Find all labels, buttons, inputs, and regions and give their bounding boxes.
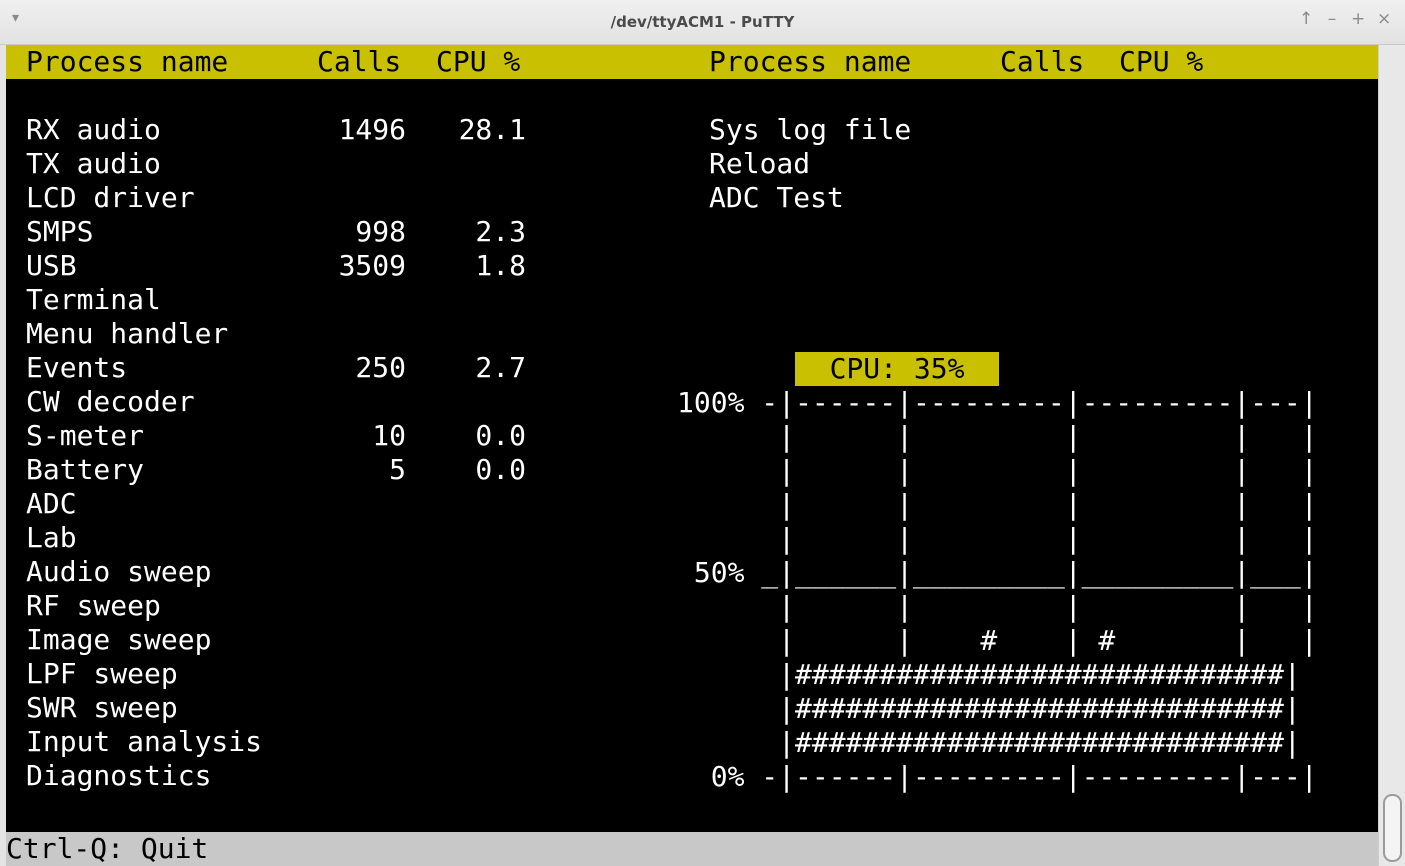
minimize-icon[interactable]: – (1325, 9, 1339, 29)
process-calls: 250 (355, 351, 406, 384)
process-name: SMPS (26, 215, 94, 248)
quit-hint: Ctrl-Q: Quit (6, 832, 209, 865)
process-calls: 1496 (338, 113, 406, 146)
title-bar[interactable]: ▾ /dev/ttyACM1 - PuTTY ↑ – + × (0, 0, 1405, 45)
process-name: RF sweep (26, 589, 161, 622)
process-cpu: 28.1 (458, 113, 526, 146)
process-name: Events (26, 351, 128, 384)
process-calls: 5 (389, 453, 406, 486)
process-table-header: Process name Calls CPU % Process name Ca… (6, 45, 1378, 79)
cpu-graph-line: |#############################| (677, 726, 1301, 759)
cpu-graph-line: | | | | | (677, 420, 1318, 453)
terminal-screen[interactable]: Process name Calls CPU % Process name Ca… (6, 45, 1378, 866)
putty-window: ▾ /dev/ttyACM1 - PuTTY ↑ – + × Process n… (0, 0, 1405, 866)
process-calls: 3509 (338, 249, 406, 282)
process-name: ADC Test (709, 181, 844, 214)
cpu-graph-line: 0% -|------|---------|---------|---| (677, 760, 1318, 793)
process-calls: 998 (355, 215, 406, 248)
process-name: Input analysis (26, 725, 263, 758)
status-bar: Ctrl-Q: Quit (6, 832, 1378, 866)
process-name: RX audio (26, 113, 161, 146)
window-title: /dev/ttyACM1 - PuTTY (610, 13, 795, 31)
cpu-graph-line: | | | | | (677, 590, 1318, 623)
header-calls-left: Calls (317, 45, 402, 78)
process-name: Terminal (26, 283, 161, 316)
process-name: Menu handler (26, 317, 229, 350)
header-process-name-right: Process name (709, 45, 912, 78)
process-name: Sys log file (709, 113, 912, 146)
header-process-name-left: Process name (26, 45, 229, 78)
process-name: Battery (26, 453, 145, 486)
window-controls: ↑ – + × (1299, 9, 1391, 29)
cpu-usage-badge: CPU: 35% (795, 352, 999, 386)
process-name: Lab (26, 521, 77, 554)
maximize-icon[interactable]: + (1351, 9, 1365, 29)
process-name: Audio sweep (26, 555, 212, 588)
process-name: S-meter (26, 419, 145, 452)
process-name: Diagnostics (26, 759, 212, 792)
process-name: TX audio (26, 147, 161, 180)
process-name: CW decoder (26, 385, 195, 418)
header-cpu-right: CPU % (1119, 45, 1204, 78)
process-name: LCD driver (26, 181, 195, 214)
process-cpu: 0.0 (475, 419, 526, 452)
vertical-scrollbar[interactable] (1378, 45, 1405, 866)
process-cpu: 2.3 (475, 215, 526, 248)
process-name: Image sweep (26, 623, 212, 656)
process-name: SWR sweep (26, 691, 178, 724)
cpu-graph-line: 100% -|------|---------|---------|---| (677, 386, 1318, 419)
process-name: USB (26, 249, 77, 282)
cpu-graph-line: | | | | | (677, 454, 1318, 487)
process-name: Reload (709, 147, 811, 180)
keep-above-icon[interactable]: ↑ (1299, 9, 1313, 29)
cpu-graph-line: |#############################| (677, 692, 1301, 725)
cpu-graph-line: | | | | | (677, 522, 1318, 555)
cpu-graph-line: | | | | | (677, 488, 1318, 521)
close-icon[interactable]: × (1377, 9, 1391, 29)
header-cpu-left: CPU % (436, 45, 521, 78)
scrollbar-thumb[interactable] (1383, 794, 1402, 862)
process-name: LPF sweep (26, 657, 178, 690)
process-name: ADC (26, 487, 77, 520)
cpu-graph-line: |#############################| (677, 658, 1301, 691)
cpu-graph-line: 50% _|______|_________|_________|___| (677, 556, 1318, 589)
process-calls: 10 (372, 419, 406, 452)
process-cpu: 1.8 (475, 249, 526, 282)
process-cpu: 0.0 (475, 453, 526, 486)
process-cpu: 2.7 (475, 351, 526, 384)
header-calls-right: Calls (1000, 45, 1085, 78)
cpu-graph-line: | | # | # | | (677, 624, 1318, 657)
